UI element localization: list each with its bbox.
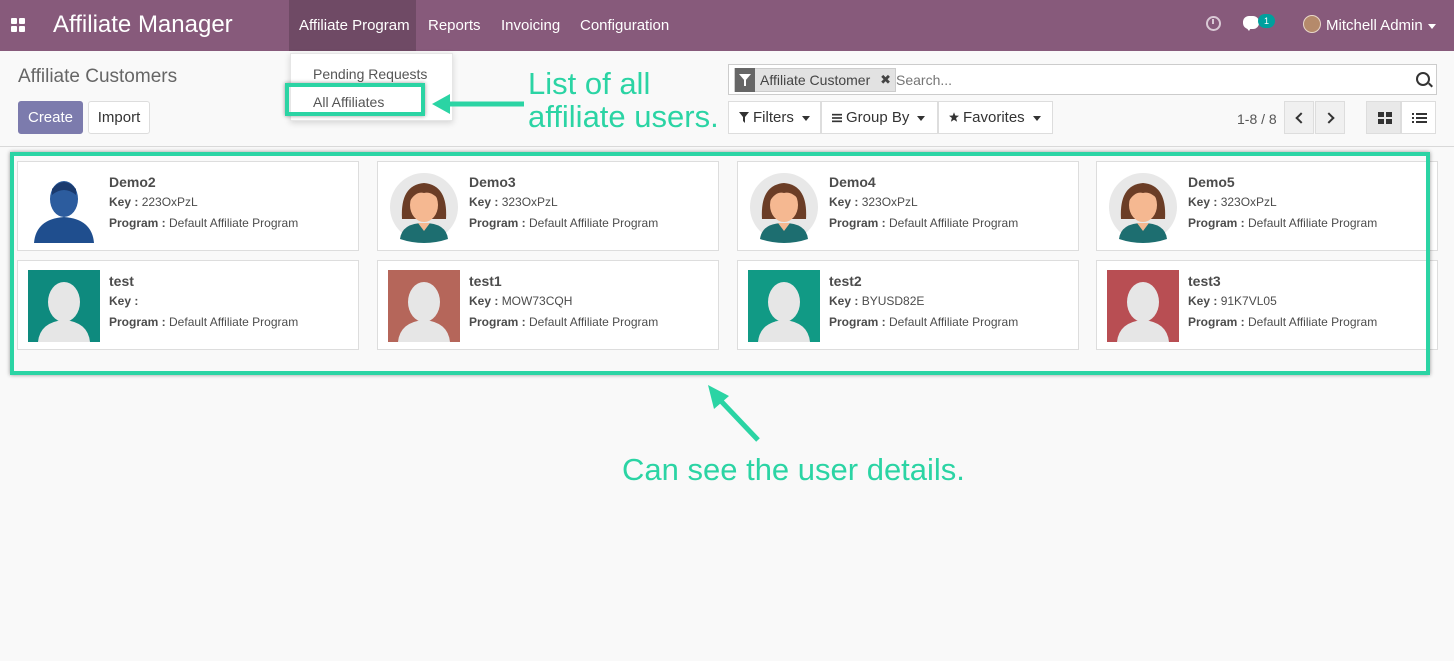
arrow-to-cards [708,385,760,442]
arrow-to-menu [432,94,524,114]
annotation-arrows [432,94,760,442]
